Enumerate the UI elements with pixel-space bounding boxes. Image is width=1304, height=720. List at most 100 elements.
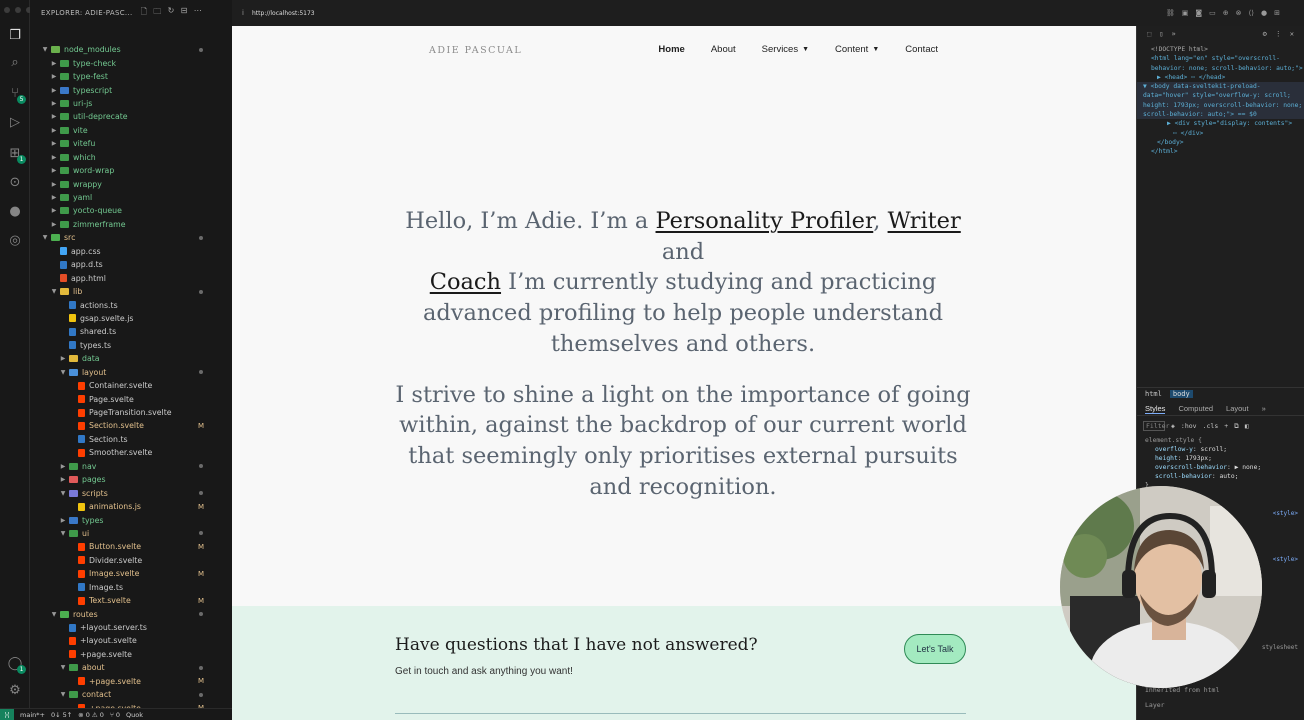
- site-info-icon[interactable]: i: [242, 9, 244, 17]
- add-rule-icon[interactable]: +: [1224, 422, 1228, 430]
- computed-toggle-icon[interactable]: ⧉: [1234, 422, 1239, 431]
- tree-folder[interactable]: ▶ vitefu: [30, 137, 210, 150]
- device-icon[interactable]: ▯: [1159, 30, 1163, 38]
- dom-node[interactable]: </body>: [1151, 138, 1304, 147]
- tree-folder[interactable]: ▼ routes: [30, 607, 210, 620]
- more-tabs-icon[interactable]: »: [1171, 30, 1175, 38]
- account-icon[interactable]: ◯ 1: [5, 654, 26, 674]
- tab-computed[interactable]: Computed: [1178, 404, 1213, 413]
- tree-folder[interactable]: ▼ node_modules: [30, 43, 210, 56]
- nav-contact[interactable]: Contact: [905, 44, 938, 55]
- inspect-icon[interactable]: ⬚: [1147, 30, 1151, 38]
- css-property[interactable]: scroll-behavior: auto;: [1145, 472, 1298, 481]
- tab-layout[interactable]: Layout: [1226, 404, 1249, 413]
- hov-toggle[interactable]: :hov: [1181, 422, 1197, 430]
- tree-folder[interactable]: ▼ about: [30, 661, 210, 674]
- github-icon[interactable]: ●: [5, 202, 25, 222]
- tree-folder[interactable]: ▼ lib: [30, 285, 210, 298]
- window-icon[interactable]: ▭: [1209, 9, 1216, 17]
- docker-icon[interactable]: ◎: [5, 231, 25, 251]
- tree-file[interactable]: Section.ts: [30, 433, 210, 446]
- dom-node[interactable]: </html>: [1151, 147, 1304, 156]
- writer-link[interactable]: Writer: [888, 208, 961, 234]
- ports-status[interactable]: ⑂ 0: [110, 711, 120, 719]
- crosshair-icon[interactable]: ⊗: [1236, 9, 1242, 17]
- crumb-html[interactable]: html: [1145, 390, 1162, 398]
- tab-styles[interactable]: Styles: [1145, 404, 1166, 414]
- more-icon[interactable]: ⋯: [194, 6, 202, 20]
- layers-icon[interactable]: ◈: [1171, 422, 1175, 430]
- tree-folder[interactable]: ▶ pages: [30, 473, 210, 486]
- refresh-icon[interactable]: ↻: [168, 6, 175, 20]
- tree-file[interactable]: Image.ts: [30, 581, 210, 594]
- new-file-icon[interactable]: 🗋: [141, 6, 148, 20]
- grid-icon[interactable]: ⊞: [1274, 9, 1280, 17]
- tree-folder[interactable]: ▼ contact: [30, 688, 210, 701]
- css-property[interactable]: overflow-y: scroll;: [1145, 445, 1298, 454]
- code-icon[interactable]: ⟨⟩: [1249, 9, 1254, 17]
- tree-file[interactable]: animations.js M: [30, 500, 210, 513]
- nav-home[interactable]: Home: [658, 44, 684, 55]
- tree-file[interactable]: app.html: [30, 271, 210, 284]
- tree-folder[interactable]: ▶ util-deprecate: [30, 110, 210, 123]
- link-icon[interactable]: ⛓: [1166, 9, 1175, 17]
- tree-file[interactable]: app.css: [30, 245, 210, 258]
- dom-node[interactable]: ▼ <body data-sveltekit-preload-data="hov…: [1137, 82, 1304, 120]
- remote-indicator-icon[interactable]: ⟩⟨: [0, 708, 14, 720]
- tree-file[interactable]: Text.svelte M: [30, 594, 210, 607]
- tree-folder[interactable]: ▼ src: [30, 231, 210, 244]
- tree-file[interactable]: shared.ts: [30, 325, 210, 338]
- search-icon[interactable]: ⌕: [5, 53, 25, 73]
- sync-status[interactable]: 0↓ 5↑: [51, 711, 72, 719]
- styles-filter-input[interactable]: Filter: [1143, 421, 1169, 431]
- address-bar[interactable]: http://localhost:5173: [252, 10, 315, 17]
- tree-folder[interactable]: ▶ uri-js: [30, 97, 210, 110]
- dom-node[interactable]: ▶ <div style="display: contents">: [1151, 119, 1304, 128]
- tree-folder[interactable]: ▶ typescript: [30, 83, 210, 96]
- personality-profiler-link[interactable]: Personality Profiler: [656, 208, 874, 234]
- cast-icon[interactable]: ▣: [1182, 9, 1189, 17]
- tree-file[interactable]: Divider.svelte: [30, 554, 210, 567]
- extensions-icon[interactable]: ⊞ 1: [5, 144, 26, 164]
- dom-node[interactable]: ▶ <head> ⋯ </head>: [1151, 73, 1304, 82]
- tree-folder[interactable]: ▶ type-fest: [30, 70, 210, 83]
- dom-node[interactable]: <!DOCTYPE html>: [1151, 45, 1304, 54]
- tree-folder[interactable]: ▶ vite: [30, 124, 210, 137]
- collapse-icon[interactable]: ⊟: [181, 6, 188, 20]
- tree-folder[interactable]: ▶ yaml: [30, 191, 210, 204]
- dom-node[interactable]: ⋯ </div>: [1151, 129, 1304, 138]
- source-control-icon[interactable]: ⑂ 5: [5, 84, 26, 104]
- tree-folder[interactable]: ▶ zimmerframe: [30, 218, 210, 231]
- style-source-link[interactable]: <style>: [1273, 510, 1298, 517]
- profile-icon[interactable]: ●: [1261, 9, 1267, 17]
- cls-toggle[interactable]: .cls: [1203, 422, 1219, 430]
- tree-file[interactable]: Section.svelte M: [30, 419, 210, 432]
- tree-file[interactable]: Button.svelte M: [30, 540, 210, 553]
- explorer-icon[interactable]: ❐: [5, 26, 25, 46]
- tree-file[interactable]: actions.ts: [30, 298, 210, 311]
- target-icon[interactable]: ⊕: [1223, 9, 1229, 17]
- errors-status[interactable]: ⊗ 0 ⚠ 0: [78, 711, 104, 719]
- coach-link[interactable]: Coach: [430, 269, 501, 295]
- quick-status[interactable]: Quok: [126, 711, 143, 719]
- nav-content[interactable]: Content ▼: [835, 44, 879, 55]
- tree-file[interactable]: types.ts: [30, 339, 210, 352]
- tree-folder[interactable]: ▶ types: [30, 513, 210, 526]
- tree-folder[interactable]: ▶ data: [30, 352, 210, 365]
- tree-folder[interactable]: ▶ nav: [30, 460, 210, 473]
- sidebar-toggle-icon[interactable]: ◧: [1245, 422, 1249, 430]
- tree-file[interactable]: Container.svelte: [30, 379, 210, 392]
- tree-file[interactable]: Smoother.svelte: [30, 446, 210, 459]
- tree-folder[interactable]: ▶ yocto-queue: [30, 204, 210, 217]
- tree-file[interactable]: app.d.ts: [30, 258, 210, 271]
- remote-icon[interactable]: ⊙: [5, 173, 25, 193]
- tree-folder[interactable]: ▶ word-wrap: [30, 164, 210, 177]
- crumb-body[interactable]: body: [1169, 389, 1193, 398]
- window-controls[interactable]: [4, 7, 32, 13]
- new-folder-icon[interactable]: 🗀: [153, 6, 161, 20]
- settings-icon[interactable]: ⚙: [1263, 30, 1267, 38]
- settings-gear-icon[interactable]: ⚙: [5, 681, 25, 701]
- kebab-icon[interactable]: ⋮: [1275, 30, 1282, 38]
- tree-file[interactable]: PageTransition.svelte: [30, 406, 210, 419]
- dom-node[interactable]: <html lang="en" style="overscroll-behavi…: [1151, 54, 1304, 73]
